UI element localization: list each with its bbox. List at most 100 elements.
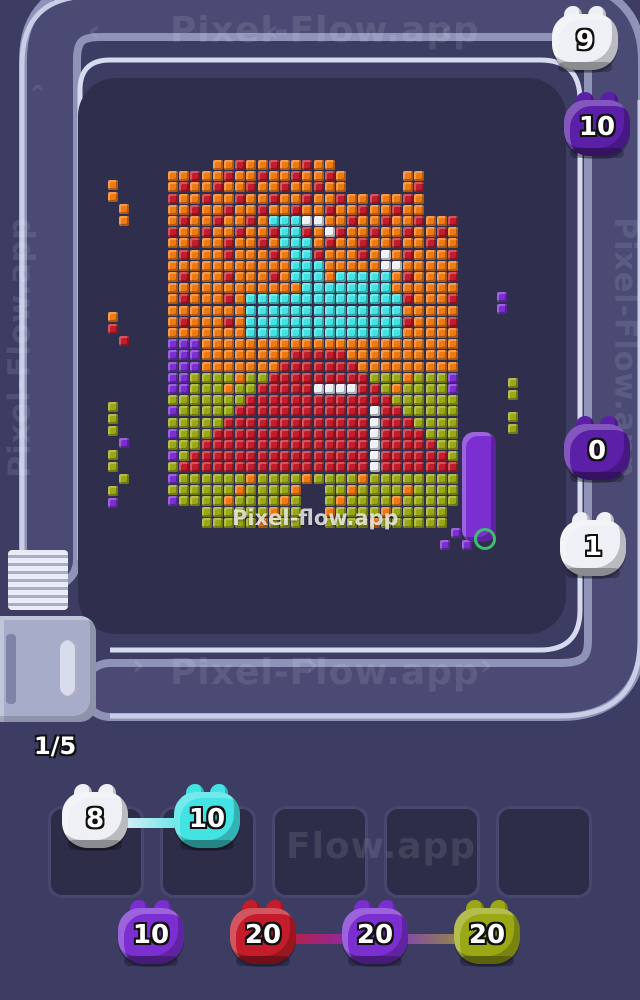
pixel-cell xyxy=(313,227,324,238)
pig-launcher[interactable] xyxy=(0,616,96,722)
pixel-cell xyxy=(347,473,358,484)
pixel-cell xyxy=(313,395,324,406)
pixel-cell xyxy=(235,395,246,406)
pixel-cell xyxy=(425,484,436,495)
pixel-cell xyxy=(268,395,279,406)
pixel-cell xyxy=(224,160,234,170)
pixel-cell xyxy=(168,350,178,361)
pixel-cell xyxy=(212,316,223,327)
pixel-cell xyxy=(280,171,290,182)
pixel-cell xyxy=(268,160,279,170)
pixel-cell xyxy=(336,484,346,495)
pixel-cell xyxy=(347,272,358,282)
pixel-cell xyxy=(403,249,414,260)
pixel-cell xyxy=(246,428,257,439)
pixel-cell xyxy=(392,395,402,406)
pixel-cell xyxy=(347,193,358,204)
pixel-cell xyxy=(425,428,436,439)
pixel-cell xyxy=(414,316,425,327)
pixel-cell xyxy=(257,283,268,294)
pixel-cell xyxy=(168,216,178,226)
held-pig[interactable]: 10 xyxy=(170,782,244,852)
pixel-cell xyxy=(336,204,346,215)
pixel-cell xyxy=(403,395,414,406)
pixel-cell xyxy=(425,249,436,260)
holding-slot[interactable] xyxy=(496,806,592,898)
pig-ammo-count: 10 xyxy=(578,112,616,142)
pixel-cell xyxy=(392,294,402,305)
pixel-cell xyxy=(380,440,391,450)
waiting-pig[interactable]: 10 xyxy=(114,898,188,968)
pixel-cell xyxy=(280,328,290,338)
pixel-cell xyxy=(369,395,380,406)
pixel-cell xyxy=(414,272,425,282)
pixel-cell xyxy=(257,305,268,316)
pixel-cell xyxy=(246,484,257,495)
pixel-cell xyxy=(257,406,268,417)
pixel-cell xyxy=(369,283,380,294)
held-pig[interactable]: 8 xyxy=(58,782,132,852)
pixel-cell xyxy=(201,350,212,361)
pixel-cell xyxy=(224,316,234,327)
pixel-cell xyxy=(268,406,279,417)
pixel-cell xyxy=(358,417,369,428)
pixel-cell xyxy=(235,496,246,506)
pixel-cell xyxy=(257,260,268,271)
pixel-cell xyxy=(436,283,447,294)
pixel-cell xyxy=(358,372,369,383)
pixel-cell xyxy=(358,216,369,226)
pixel-cell xyxy=(302,294,313,305)
pixel-cell xyxy=(280,484,290,495)
pixel-cell xyxy=(291,171,302,182)
pixel-cell xyxy=(168,272,178,282)
pixel-cell xyxy=(268,484,279,495)
pixel-cell xyxy=(212,294,223,305)
pixel-cell xyxy=(190,417,201,428)
pixel-cell xyxy=(324,484,335,495)
pixel-cell xyxy=(224,227,234,238)
pixel-cell xyxy=(246,372,257,383)
pixel-cell xyxy=(336,316,346,327)
pixel-cell xyxy=(280,238,290,249)
pixel-cell xyxy=(403,283,414,294)
pixel-cell xyxy=(179,462,190,473)
pixel-cell xyxy=(268,260,279,271)
pixel-cell xyxy=(257,216,268,226)
pixel-cell xyxy=(190,171,201,182)
pixel-cell xyxy=(168,283,178,294)
pixel-cell xyxy=(268,204,279,215)
pixel-cell xyxy=(403,204,414,215)
pixel-cell xyxy=(324,272,335,282)
waiting-pig[interactable]: 20 xyxy=(450,898,524,968)
pixel-cell xyxy=(168,328,178,338)
pixel-cell xyxy=(369,372,380,383)
active-shooter-pig xyxy=(462,432,496,542)
pixel-art-grid[interactable] xyxy=(0,0,640,730)
pixel-cell xyxy=(291,249,302,260)
level-progress: 1/5 xyxy=(34,732,77,760)
pixel-cell xyxy=(201,294,212,305)
waiting-pig[interactable]: 20 xyxy=(338,898,412,968)
pixel-cell xyxy=(313,417,324,428)
pixel-cell xyxy=(302,193,313,204)
pixel-cell xyxy=(246,182,257,193)
pixel-cell xyxy=(336,440,346,450)
pixel-cell xyxy=(358,305,369,316)
pixel-cell xyxy=(201,395,212,406)
pixel-cell xyxy=(168,249,178,260)
pixel-cell xyxy=(313,182,324,193)
pixel-cell xyxy=(436,227,447,238)
pixel-cell xyxy=(369,462,380,473)
pixel-cell xyxy=(403,507,414,518)
pixel-cell xyxy=(313,350,324,361)
pixel-cell xyxy=(179,339,190,350)
pixel-cell xyxy=(291,328,302,338)
pixel-cell xyxy=(336,361,346,372)
pixel-cell xyxy=(224,249,234,260)
pixel-cell xyxy=(190,283,201,294)
pixel-cell xyxy=(392,305,402,316)
pixel-cell xyxy=(201,182,212,193)
pixel-cell xyxy=(257,473,268,484)
waiting-pig[interactable]: 20 xyxy=(226,898,300,968)
pixel-cell xyxy=(448,451,458,462)
